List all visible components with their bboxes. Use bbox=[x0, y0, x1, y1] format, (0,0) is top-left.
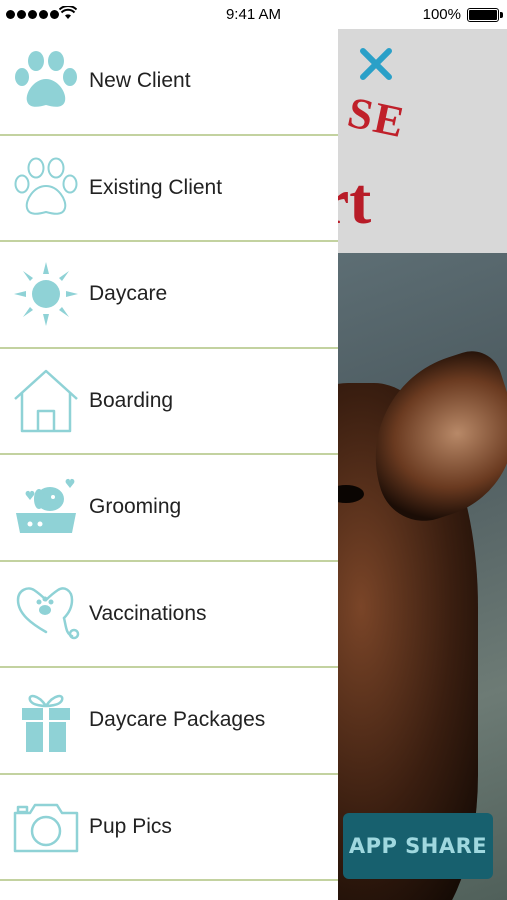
battery-icon bbox=[467, 8, 503, 22]
menu-item-label: Daycare bbox=[89, 282, 168, 306]
menu-item-pup-pics[interactable]: Pup Pics bbox=[0, 775, 338, 881]
paw-filled-icon bbox=[12, 47, 80, 115]
stethoscope-paw-icon bbox=[12, 580, 80, 648]
logo-fragment-top: SE bbox=[343, 87, 411, 148]
status-bar: 9:41 AM 100% bbox=[0, 0, 507, 29]
sun-icon bbox=[12, 260, 80, 328]
grooming-dog-icon bbox=[12, 473, 80, 541]
dog-photo bbox=[338, 253, 507, 900]
gift-icon bbox=[12, 686, 80, 754]
menu-item-label: Existing Client bbox=[89, 175, 223, 199]
close-menu-button[interactable] bbox=[358, 46, 394, 82]
menu-item-label: Daycare Packages bbox=[89, 708, 266, 732]
menu-item-boarding[interactable]: Boarding bbox=[0, 349, 338, 455]
battery-percentage: 100% bbox=[422, 6, 461, 23]
menu-item-label: New Client bbox=[89, 69, 191, 93]
menu-item-label: Grooming bbox=[89, 495, 182, 519]
menu-item-daycare[interactable]: Daycare bbox=[0, 242, 338, 349]
menu-item-new-client[interactable]: New Client bbox=[0, 29, 338, 136]
close-icon bbox=[360, 48, 392, 80]
house-icon bbox=[12, 367, 80, 435]
logo-fragment-bottom: rt bbox=[338, 165, 372, 238]
menu-item-label: Boarding bbox=[89, 388, 174, 412]
paw-outline-icon bbox=[12, 154, 80, 222]
menu-item-daycare-packages[interactable]: Daycare Packages bbox=[0, 668, 338, 775]
side-menu: New Client Existing Client Daycare Board… bbox=[0, 29, 338, 900]
menu-item-grooming[interactable]: Grooming bbox=[0, 455, 338, 562]
menu-item-existing-client[interactable]: Existing Client bbox=[0, 136, 338, 242]
camera-icon bbox=[12, 793, 80, 861]
menu-item-label: Pup Pics bbox=[89, 814, 172, 838]
menu-item-vaccinations[interactable]: Vaccinations bbox=[0, 562, 338, 668]
menu-item-label: Vaccinations bbox=[89, 601, 207, 625]
app-share-button[interactable]: APP SHARE bbox=[343, 813, 493, 879]
